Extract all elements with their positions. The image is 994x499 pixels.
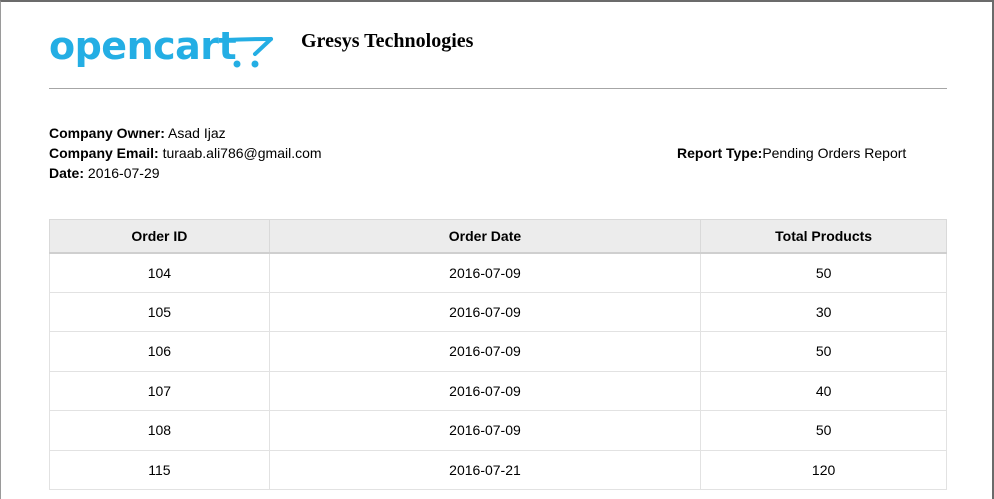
order-date-cell: 2016-07-21: [268, 449, 702, 490]
report-type-label: Report Type:: [677, 145, 763, 161]
column-header-order-id: Order ID: [49, 219, 270, 254]
total-products-cell: 30: [700, 291, 947, 332]
orders-table: Order ID Order Date Total Products 104 2…: [49, 219, 947, 490]
report-type-value: Pending Orders Report: [762, 145, 907, 161]
email-label: Company Email:: [49, 145, 159, 161]
order-date-cell: 2016-07-09: [268, 410, 702, 451]
total-products-cell: 50: [700, 410, 947, 451]
order-id-cell: 106: [49, 331, 270, 372]
opencart-logo: opencart: [49, 24, 279, 72]
order-id-cell: 105: [49, 291, 270, 332]
owner-row: Company Owner: Asad Ijaz: [49, 123, 322, 143]
order-id-cell: 108: [49, 410, 270, 451]
date-value: 2016-07-29: [87, 165, 160, 181]
total-products-cell: 40: [700, 370, 947, 411]
order-id-cell: 115: [49, 449, 270, 490]
column-header-order-date: Order Date: [268, 219, 702, 254]
order-date-cell: 2016-07-09: [268, 291, 702, 332]
table-header-row: Order ID Order Date Total Products: [49, 219, 947, 254]
order-date-cell: 2016-07-09: [268, 370, 702, 411]
company-info: Company Owner: Asad Ijaz Company Email: …: [49, 123, 322, 183]
logo-text: opencart: [49, 24, 237, 68]
table-row: 105 2016-07-09 30: [49, 291, 947, 332]
order-date-cell: 2016-07-09: [268, 331, 702, 372]
date-label: Date:: [49, 165, 85, 181]
order-date-cell: 2016-07-09: [268, 252, 702, 293]
table-row: 107 2016-07-09 40: [49, 370, 947, 411]
total-products-cell: 50: [700, 331, 947, 372]
report-header: opencart Gresys Technologies: [49, 20, 947, 70]
table-row: 115 2016-07-21 120: [49, 449, 947, 490]
total-products-cell: 50: [700, 252, 947, 293]
report-type: Report Type:Pending Orders Report: [677, 143, 906, 163]
table-row: 108 2016-07-09 50: [49, 410, 947, 451]
report-page: opencart Gresys Technologies Company Own…: [0, 0, 994, 499]
cart-icon: [223, 37, 273, 68]
owner-value: Asad Ijaz: [168, 125, 226, 141]
table-row: 104 2016-07-09 50: [49, 252, 947, 293]
owner-label: Company Owner:: [49, 125, 165, 141]
total-products-cell: 120: [700, 449, 947, 490]
email-row: Company Email: turaab.ali786@gmail.com: [49, 143, 322, 163]
table-row: 106 2016-07-09 50: [49, 331, 947, 372]
column-header-total-products: Total Products: [700, 219, 947, 254]
email-value: turaab.ali786@gmail.com: [162, 145, 322, 161]
date-row: Date: 2016-07-29: [49, 163, 322, 183]
order-id-cell: 104: [49, 252, 270, 293]
header-divider: [49, 88, 947, 89]
order-id-cell: 107: [49, 370, 270, 411]
company-name: Gresys Technologies: [301, 30, 474, 52]
